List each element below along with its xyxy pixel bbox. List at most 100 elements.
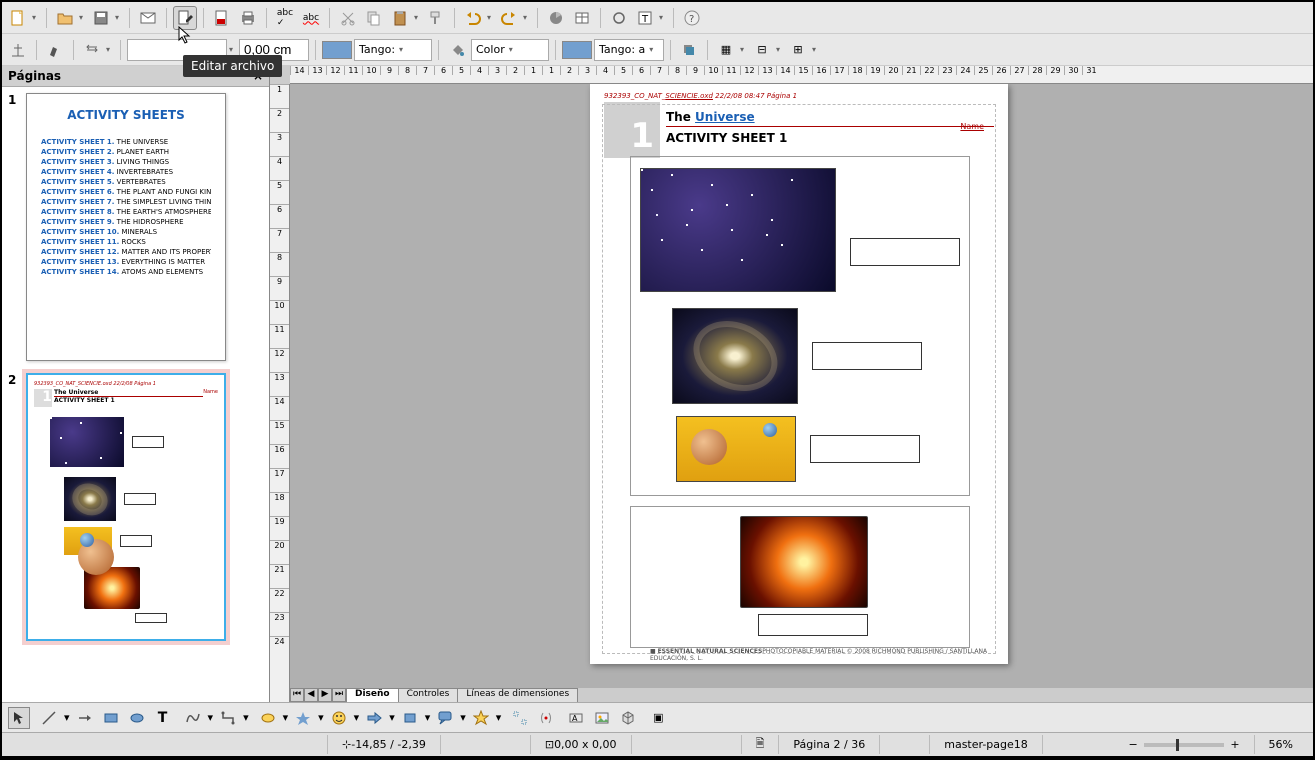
sheet-title: ACTIVITY SHEET 1: [666, 131, 994, 145]
undo-button[interactable]: [461, 6, 485, 30]
tab-controls[interactable]: Controles: [398, 688, 459, 702]
tab-last-icon[interactable]: ⏭: [332, 688, 346, 702]
clone-format-button[interactable]: [424, 6, 448, 30]
export-pdf-button[interactable]: [210, 6, 234, 30]
fill-label-combo[interactable]: Color▾: [471, 39, 549, 61]
tab-dimensions[interactable]: Líneas de dimensiones: [457, 688, 578, 702]
drawing-canvas[interactable]: 932393_CO_NAT_SCIENCIE.oxd 22/2/08 08:47…: [290, 84, 1313, 688]
copy-button[interactable]: [362, 6, 386, 30]
connector-tool[interactable]: [217, 707, 239, 729]
size-cell: ⊡ 0,00 x 0,00: [531, 735, 632, 754]
chart-button[interactable]: [544, 6, 568, 30]
block-arrows-tool[interactable]: [363, 707, 385, 729]
save-button[interactable]: [89, 6, 113, 30]
ellipse-tool[interactable]: [126, 707, 148, 729]
help-button[interactable]: ?: [680, 6, 704, 30]
dropdown-icon[interactable]: ▾: [115, 13, 123, 22]
horizontal-ruler[interactable]: 1413121110987654321123456789101112131415…: [290, 66, 1313, 84]
dropdown-icon[interactable]: ▾: [229, 45, 237, 54]
fill-style-2-combo[interactable]: Tango: a▾: [594, 39, 664, 61]
stroke-color-swatch[interactable]: [322, 41, 352, 59]
dropdown-icon[interactable]: ▾: [812, 45, 820, 54]
fill-color-swatch[interactable]: [562, 41, 592, 59]
dropdown-icon[interactable]: ▾: [414, 13, 422, 22]
galaxy-image[interactable]: [672, 308, 798, 404]
arrow-tool[interactable]: [74, 707, 96, 729]
circle-button[interactable]: [607, 6, 631, 30]
cut-button[interactable]: [336, 6, 360, 30]
tab-next-icon[interactable]: ▶: [318, 688, 332, 702]
star-tool[interactable]: [470, 707, 492, 729]
align-obj-button[interactable]: ▦: [714, 38, 738, 62]
master-page-name[interactable]: master-page18: [930, 735, 1043, 754]
line-tool[interactable]: [38, 707, 60, 729]
dropdown-icon[interactable]: ▾: [740, 45, 748, 54]
extrusion-tool[interactable]: ▣: [647, 707, 669, 729]
name-field-label: Name: [960, 122, 984, 131]
dropdown-icon[interactable]: ▾: [79, 13, 87, 22]
tab-first-icon[interactable]: ⏮: [290, 688, 304, 702]
planets-image[interactable]: [676, 416, 796, 482]
vertical-ruler[interactable]: 123456789101112131415161718192021222324: [270, 84, 290, 702]
text-button[interactable]: T: [633, 6, 657, 30]
autospell-button[interactable]: abc: [299, 6, 323, 30]
edit-points-tool[interactable]: [509, 707, 531, 729]
basic-shapes-tool[interactable]: [257, 707, 279, 729]
callout-tool[interactable]: [434, 707, 456, 729]
zoom-value[interactable]: 56%: [1255, 735, 1307, 754]
document-page[interactable]: 932393_CO_NAT_SCIENCIE.oxd 22/2/08 08:47…: [590, 84, 1008, 664]
redo-button[interactable]: [497, 6, 521, 30]
arrange-button[interactable]: [80, 38, 104, 62]
tab-prev-icon[interactable]: ◀: [304, 688, 318, 702]
spellcheck-button[interactable]: abc✓: [273, 6, 297, 30]
open-button[interactable]: [53, 6, 77, 30]
flowchart-tool[interactable]: [399, 707, 421, 729]
fontwork-tool[interactable]: A: [565, 707, 587, 729]
text-tool[interactable]: T: [152, 707, 174, 729]
dropdown-icon[interactable]: ▾: [523, 13, 531, 22]
glue-points-tool[interactable]: [535, 707, 557, 729]
sun-image[interactable]: [740, 516, 868, 608]
thumbnail-page-1[interactable]: 1 ACTIVITY SHEETS ACTIVITY SHEET 1. THE …: [8, 93, 263, 361]
answer-input[interactable]: [810, 435, 920, 463]
anchor-button[interactable]: [6, 38, 30, 62]
print-button[interactable]: [236, 6, 260, 30]
dropdown-icon[interactable]: ▾: [32, 13, 40, 22]
dropdown-icon[interactable]: ▾: [106, 45, 114, 54]
fill-style-1-combo[interactable]: Tango:▾: [354, 39, 432, 61]
zoom-in-icon[interactable]: +: [1230, 738, 1239, 751]
coords-cell: ⊹ -14,85 / -2,39: [328, 735, 441, 754]
symbol-shapes-tool[interactable]: [292, 707, 314, 729]
dropdown-icon[interactable]: ▾: [487, 13, 495, 22]
stars-image[interactable]: [640, 168, 836, 292]
paste-button[interactable]: [388, 6, 412, 30]
distribute-button[interactable]: ⊟: [750, 38, 774, 62]
select-tool[interactable]: [8, 707, 30, 729]
dropdown-icon[interactable]: ▾: [776, 45, 784, 54]
view-tabs: ⏮ ◀ ▶ ⏭ Diseño Controles Líneas de dimen…: [290, 688, 577, 702]
curve-tool[interactable]: [182, 707, 204, 729]
answer-input[interactable]: [812, 342, 922, 370]
dropdown-icon[interactable]: ▾: [659, 13, 667, 22]
shadow-button[interactable]: [677, 38, 701, 62]
spacing-button[interactable]: ⊞: [786, 38, 810, 62]
image-tool[interactable]: [591, 707, 613, 729]
zoom-out-icon[interactable]: −: [1129, 738, 1138, 751]
main-toolbar: ▾ ▾ ▾ abc✓ abc ▾ ▾ ▾ T ▾ ?: [2, 2, 1313, 34]
email-button[interactable]: [136, 6, 160, 30]
smiley-tool[interactable]: [328, 707, 350, 729]
answer-input[interactable]: [850, 238, 960, 266]
page-counter[interactable]: Página 2 / 36: [779, 735, 880, 754]
new-doc-button[interactable]: [6, 6, 30, 30]
table-button[interactable]: [570, 6, 594, 30]
page-thumbnails[interactable]: 1 ACTIVITY SHEETS ACTIVITY SHEET 1. THE …: [2, 87, 269, 702]
bucket-fill-button[interactable]: [445, 38, 469, 62]
highlight-button[interactable]: [43, 38, 67, 62]
answer-input[interactable]: [758, 614, 868, 636]
3d-tool[interactable]: [617, 707, 639, 729]
tab-design[interactable]: Diseño: [346, 688, 399, 702]
rectangle-tool[interactable]: [100, 707, 122, 729]
thumbnail-page-2[interactable]: 2 932393_CO_NAT_SCIENCIE.oxd 22/2/08 Pág…: [8, 373, 263, 641]
zoom-slider[interactable]: − +: [1115, 735, 1255, 754]
modified-icon[interactable]: 🗎: [742, 735, 780, 754]
